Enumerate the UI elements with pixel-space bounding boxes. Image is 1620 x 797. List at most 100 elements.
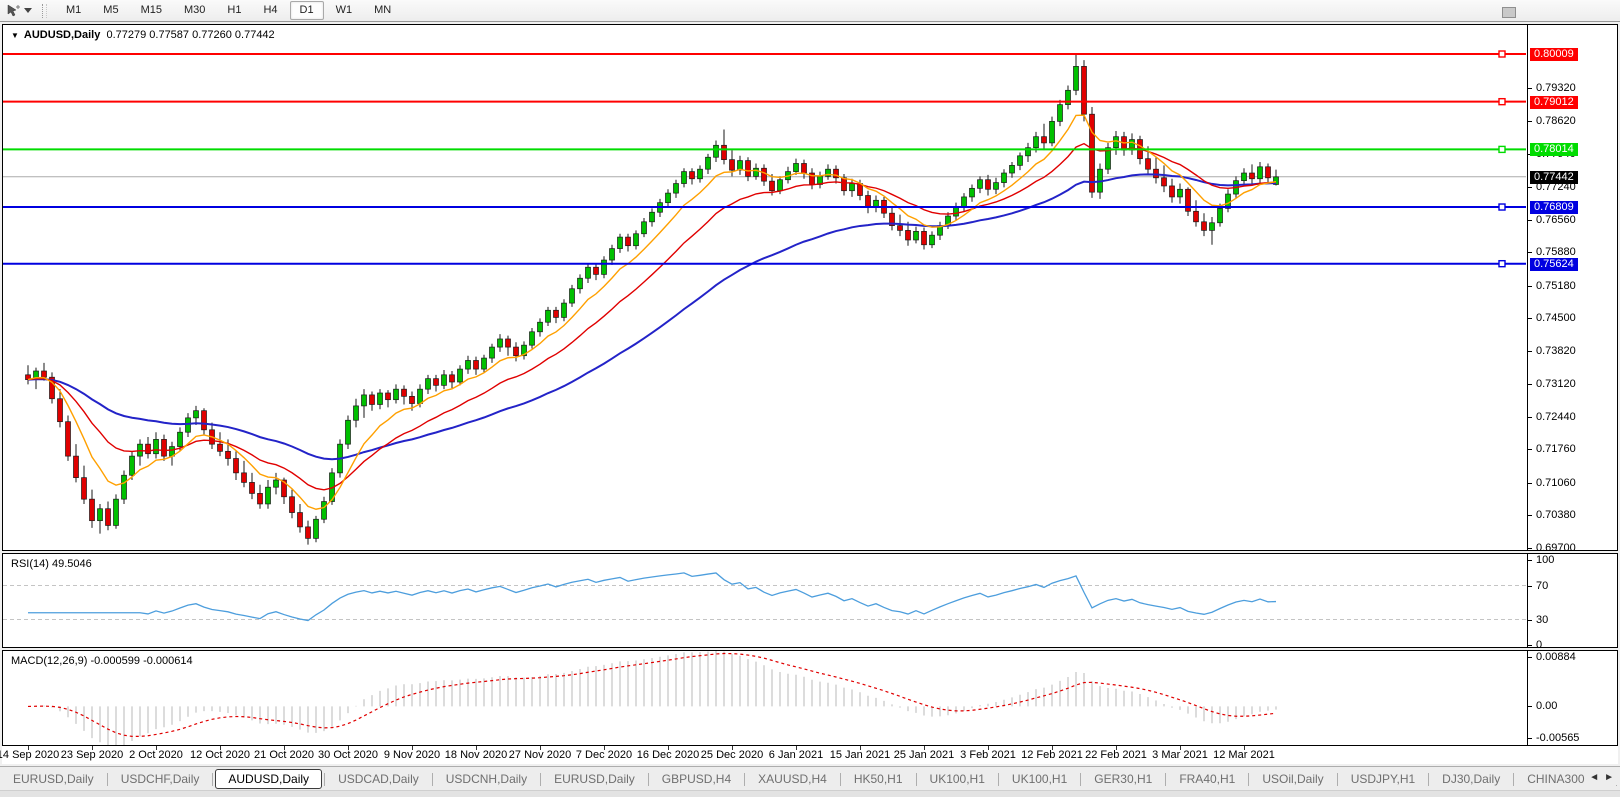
tab-eurusd-daily[interactable]: EURUSD,Daily — [0, 769, 107, 789]
date-label: 7 Dec 2020 — [576, 749, 632, 761]
collapse-arrow-icon[interactable]: ▼ — [11, 31, 19, 40]
tab-hk50-h1[interactable]: HK50,H1 — [841, 769, 916, 789]
tab-audusd-daily[interactable]: AUDUSD,Daily — [215, 769, 322, 789]
price-tick — [1528, 187, 1532, 188]
date-label: 15 Jan 2021 — [830, 749, 891, 761]
date-label: 3 Feb 2021 — [960, 749, 1016, 761]
price-chart-plot[interactable] — [3, 25, 1528, 550]
rsi-tick — [1528, 560, 1532, 561]
price-tick-label: 0.73120 — [1536, 378, 1576, 390]
date-label: 12 Feb 2021 — [1021, 749, 1083, 761]
tab-xauusd-h4[interactable]: XAUUSD,H4 — [745, 769, 840, 789]
tab-usoil-daily[interactable]: USOil,Daily — [1249, 769, 1336, 789]
symbol-tab-bar: EURUSD,DailyUSDCHF,DailyAUDUSD,DailyUSDC… — [0, 766, 1620, 791]
macd-plot[interactable] — [3, 651, 1528, 745]
tab-scroll-arrows: ◄ ► — [1585, 770, 1618, 785]
macd-histogram — [28, 651, 1276, 745]
rsi-plot[interactable] — [3, 554, 1528, 647]
line-handle-0.80009[interactable] — [1499, 51, 1505, 57]
tab-scroll-left-icon[interactable]: ◄ — [1589, 772, 1599, 783]
line-handle-0.78014[interactable] — [1499, 146, 1505, 152]
date-label: 21 Oct 2020 — [254, 749, 314, 761]
timeframe-button-d1[interactable]: D1 — [290, 1, 324, 20]
chart-symbol: AUDUSD,Daily — [24, 29, 100, 41]
price-tick-label: 0.73820 — [1536, 345, 1576, 357]
date-label: 3 Mar 2021 — [1152, 749, 1208, 761]
timeframe-button-h1[interactable]: H1 — [217, 1, 251, 20]
timeframe-button-m1[interactable]: M1 — [56, 1, 91, 20]
macd-tick-label: 0.00884 — [1536, 651, 1576, 663]
chart-shift-marker[interactable] — [1502, 7, 1516, 18]
price-tick — [1528, 252, 1532, 253]
price-tick — [1528, 88, 1532, 89]
price-tick-label: 0.76560 — [1536, 214, 1576, 226]
rsi-axis[interactable]: 10070300 — [1528, 554, 1617, 647]
price-tick — [1528, 483, 1532, 484]
rsi-tick — [1528, 645, 1532, 646]
tab-fra40-h1[interactable]: FRA40,H1 — [1166, 769, 1248, 789]
cursor-tool-icon[interactable] — [5, 4, 21, 18]
price-tick-label: 0.72440 — [1536, 411, 1576, 423]
line-handle-0.76809[interactable] — [1499, 204, 1505, 210]
tab-uk100-h1[interactable]: UK100,H1 — [917, 769, 998, 789]
date-label: 23 Sep 2020 — [61, 749, 123, 761]
tab-usdcnh-daily[interactable]: USDCNH,Daily — [433, 769, 540, 789]
tab-usdjpy-h1[interactable]: USDJPY,H1 — [1338, 769, 1428, 789]
macd-panel: MACD(12,26,9) -0.000599 -0.000614 0.0088… — [2, 650, 1618, 746]
timeframe-button-m5[interactable]: M5 — [93, 1, 128, 20]
macd-tick — [1528, 706, 1532, 707]
date-label: 18 Nov 2020 — [445, 749, 507, 761]
price-level-badge: 0.75624 — [1530, 258, 1578, 271]
crosshair-icon — [6, 4, 20, 18]
rsi-tick — [1528, 620, 1532, 621]
timeframe-button-group: M1M5M15M30H1H4D1W1MN — [55, 1, 402, 20]
date-label: 16 Dec 2020 — [637, 749, 699, 761]
tab-dj30-daily[interactable]: DJ30,Daily — [1429, 769, 1513, 789]
tab-ger30-h1[interactable]: GER30,H1 — [1081, 769, 1165, 789]
price-level-badge: 0.79012 — [1530, 96, 1578, 109]
tab-uk100-h1[interactable]: UK100,H1 — [999, 769, 1080, 789]
chart-ohlc-values: 0.77279 0.77587 0.77260 0.77442 — [106, 29, 274, 41]
date-label: 12 Mar 2021 — [1213, 749, 1275, 761]
rsi-panel: RSI(14) 49.5046 10070300 — [2, 553, 1618, 648]
macd-tick-label: -0.00565 — [1536, 732, 1579, 744]
price-axis[interactable]: 0.793200.786200.779400.772400.765600.758… — [1528, 25, 1617, 550]
price-chart-panel: ▼ AUDUSD,Daily 0.77279 0.77587 0.77260 0.… — [2, 24, 1618, 551]
date-label: 25 Dec 2020 — [701, 749, 763, 761]
timeframe-button-m15[interactable]: M15 — [131, 1, 172, 20]
price-tick — [1528, 515, 1532, 516]
date-label: 30 Oct 2020 — [318, 749, 378, 761]
macd-tick-label: 0.00 — [1536, 700, 1557, 712]
tab-separator — [212, 773, 213, 786]
date-axis[interactable]: 14 Sep 202023 Sep 20202 Oct 202012 Oct 2… — [2, 746, 1618, 764]
tab-eurusd-daily[interactable]: EURUSD,Daily — [541, 769, 648, 789]
candlestick-chart-svg — [3, 25, 1526, 550]
price-tick-label: 0.75180 — [1536, 280, 1576, 292]
date-label: 14 Sep 2020 — [0, 749, 59, 761]
timeframe-button-m30[interactable]: M30 — [174, 1, 215, 20]
macd-chart-svg — [3, 651, 1526, 745]
rsi-tick-label: 70 — [1536, 580, 1548, 592]
timeframe-button-mn[interactable]: MN — [364, 1, 401, 20]
price-tick-label: 0.71760 — [1536, 443, 1576, 455]
rsi-tick-label: 100 — [1536, 554, 1554, 566]
tab-gbpusd-h4[interactable]: GBPUSD,H4 — [649, 769, 744, 789]
cursor-dropdown-caret[interactable] — [24, 8, 32, 13]
timeframe-button-w1[interactable]: W1 — [326, 1, 363, 20]
price-tick — [1528, 384, 1532, 385]
price-tick — [1528, 449, 1532, 450]
tab-scroll-right-icon[interactable]: ► — [1604, 772, 1614, 783]
tab-usdcad-daily[interactable]: USDCAD,Daily — [325, 769, 432, 789]
tab-usdchf-daily[interactable]: USDCHF,Daily — [108, 769, 213, 789]
timeframe-button-h4[interactable]: H4 — [253, 1, 287, 20]
macd-axis[interactable]: 0.00884 0.00 -0.00565 — [1528, 651, 1617, 745]
price-tick — [1528, 220, 1532, 221]
top-toolbar: M1M5M15M30H1H4D1W1MN — [0, 0, 1620, 22]
toolbar-grip — [42, 4, 47, 18]
price-tick-label: 0.79320 — [1536, 82, 1576, 94]
price-level-badge: 0.80009 — [1530, 48, 1578, 61]
line-handle-0.79012[interactable] — [1499, 99, 1505, 105]
date-label: 2 Oct 2020 — [129, 749, 183, 761]
line-handle-0.75624[interactable] — [1499, 261, 1505, 267]
price-tick — [1528, 417, 1532, 418]
